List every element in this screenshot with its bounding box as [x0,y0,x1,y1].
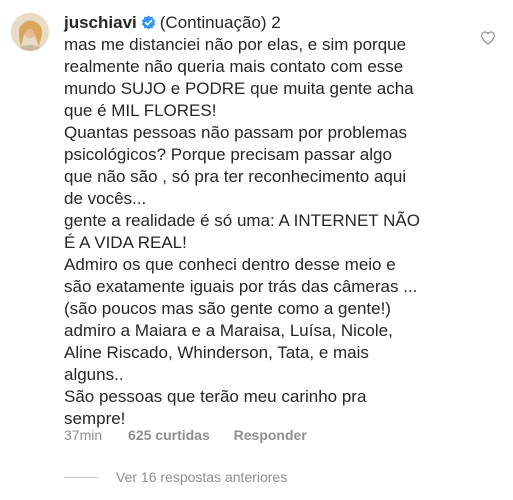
verified-badge-icon [141,15,155,30]
likes-count[interactable]: 625 curtidas [128,426,210,444]
comment-text-intro: (Continuação) 2 [159,13,281,32]
comment-paragraph: gente a realidade é só uma: A INTERNET N… [64,211,420,252]
comment-body: juschiavi (Continuação) 2 mas me distanci… [64,11,474,430]
view-replies-label: Ver 16 respostas anteriores [116,469,288,485]
reply-button[interactable]: Responder [234,426,307,444]
avatar-photo [11,13,49,51]
comment-paragraph: Quantas pessoas não passam por problemas… [64,123,408,208]
heart-icon[interactable] [480,30,496,46]
comment-meta: 37min 625 curtidas Responder [64,426,307,444]
comment: juschiavi (Continuação) 2 mas me distanci… [0,0,513,500]
replies-divider [64,476,98,478]
view-replies-button[interactable]: Ver 16 respostas anteriores [64,468,287,486]
avatar[interactable] [11,13,49,51]
comment-paragraph: mas me distanciei não por elas, e sim po… [64,35,414,120]
comment-paragraph: Admiro os que conheci dentro desse meio … [64,255,418,384]
comment-header: juschiavi (Continuação) 2 [64,11,474,34]
comment-timestamp[interactable]: 37min [64,426,102,444]
username-link[interactable]: juschiavi [64,13,137,32]
comment-paragraph: São pessoas que terão meu carinho pra se… [64,387,367,428]
